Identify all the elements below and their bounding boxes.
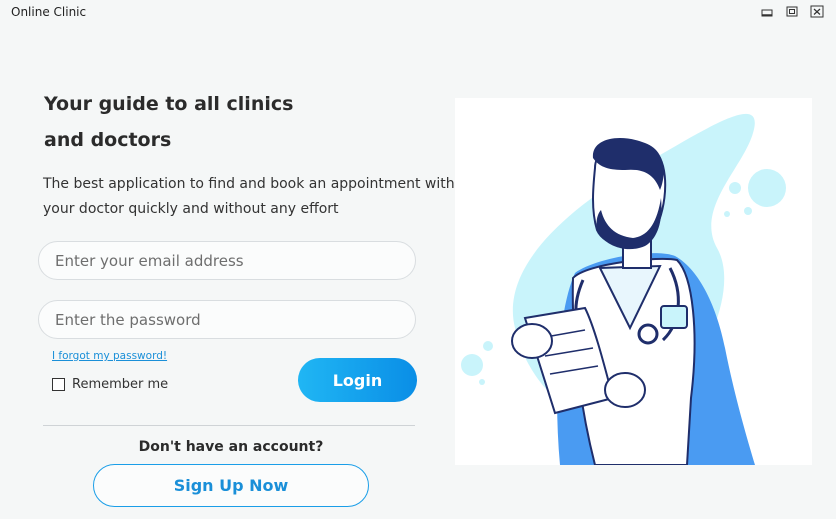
divider	[43, 425, 415, 426]
page-title-line2: and doctors	[44, 129, 172, 151]
restore-icon[interactable]	[783, 3, 801, 21]
sign-up-button[interactable]: Sign Up Now	[93, 464, 369, 507]
remember-me-checkbox[interactable]	[52, 378, 65, 391]
remember-me[interactable]: Remember me	[52, 377, 168, 392]
close-icon[interactable]	[808, 3, 826, 21]
password-field[interactable]	[38, 300, 416, 339]
doctor-illustration	[455, 98, 812, 466]
signup-prompt: Don't have an account?	[138, 439, 324, 455]
page-subtitle-line1: The best application to find and book an…	[43, 176, 455, 192]
email-field[interactable]	[38, 241, 416, 280]
page-title-line1: Your guide to all clinics	[44, 93, 294, 115]
login-button[interactable]: Login	[298, 358, 417, 402]
page-title: Your guide to all clinics and doctors	[44, 86, 444, 158]
app-title: Online Clinic	[11, 5, 87, 19]
page-subtitle: The best application to find and book an…	[43, 172, 463, 222]
forgot-password-link[interactable]: I forgot my password!	[52, 350, 167, 362]
minimize-icon[interactable]	[758, 3, 776, 21]
remember-me-label: Remember me	[72, 377, 169, 392]
doctor-illustration-icon	[461, 113, 786, 466]
page-subtitle-line2: your doctor quickly and without any effo…	[43, 201, 339, 217]
title-bar: Online Clinic	[0, 0, 836, 26]
